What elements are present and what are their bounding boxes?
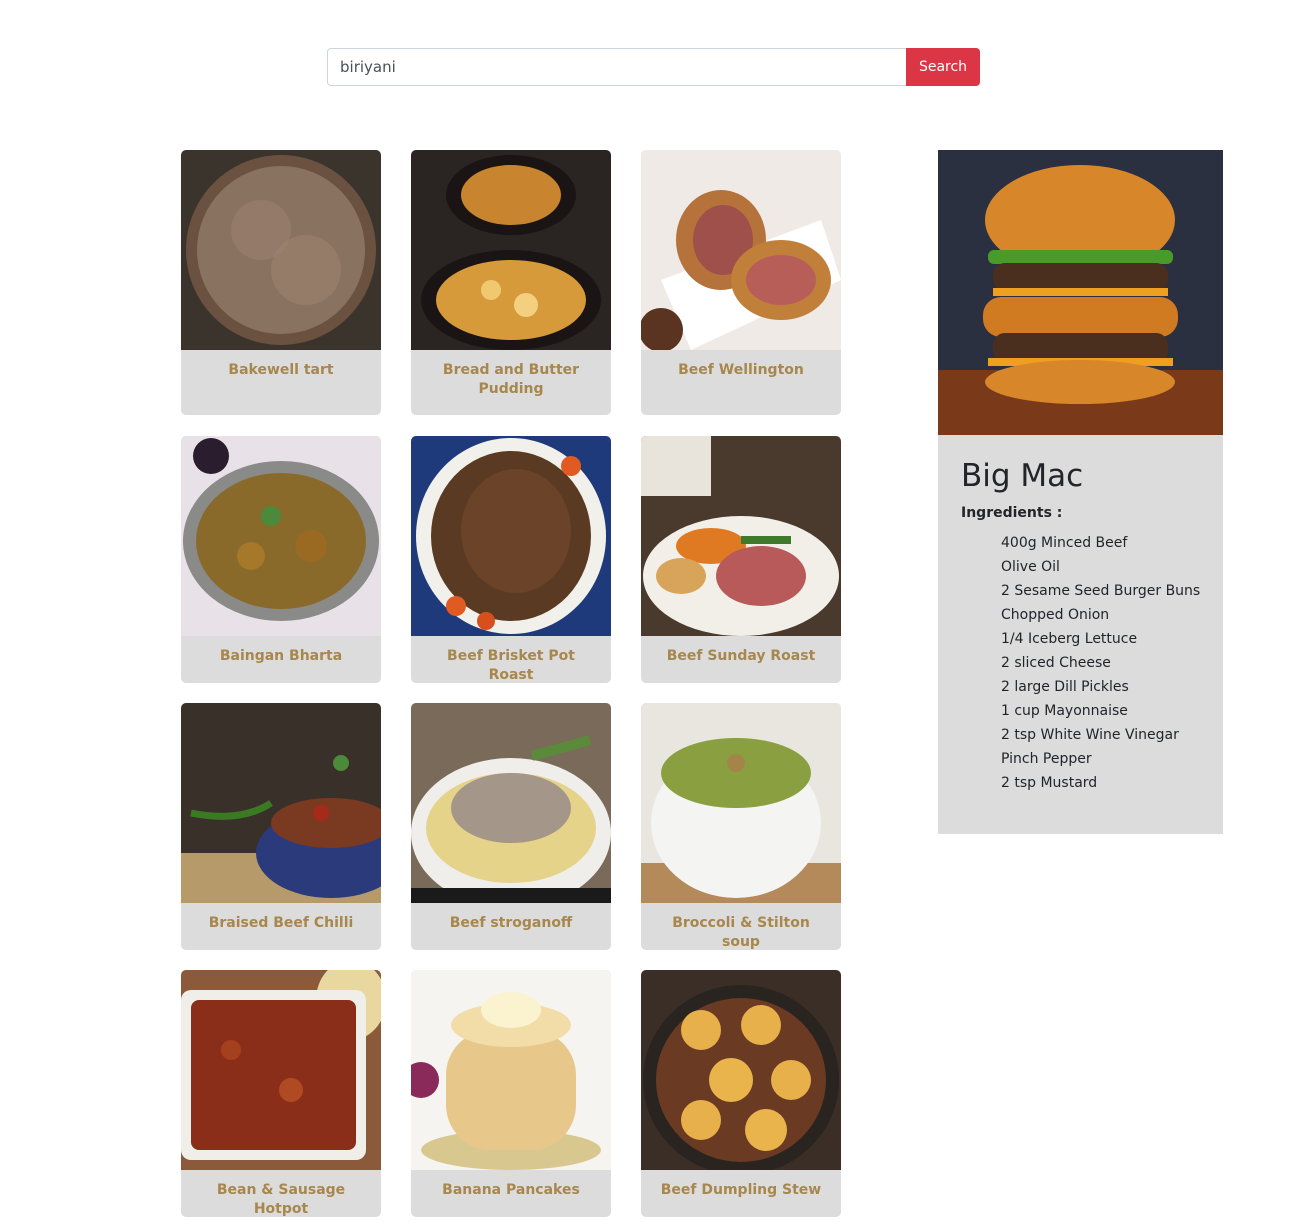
- meal-image: [411, 703, 611, 903]
- meal-image: [411, 150, 611, 350]
- meal-card-beef-sunday-roast[interactable]: Beef Sunday Roast: [641, 436, 841, 683]
- ingredient-item: 1 cup Mayonnaise: [1001, 703, 1128, 719]
- meal-title: Bean & Sausage Hotpot: [216, 1182, 346, 1217]
- meal-card-bakewell-tart[interactable]: Bakewell tart: [181, 150, 381, 415]
- meal-detail-title: Big Mac: [961, 458, 1084, 494]
- meal-card-banana-pancakes[interactable]: Banana Pancakes: [411, 970, 611, 1217]
- ingredient-item: 2 Sesame Seed Burger Buns: [1001, 583, 1201, 599]
- meal-detail-image: [938, 150, 1223, 435]
- meal-card-beef-stroganoff[interactable]: Beef stroganoff: [411, 703, 611, 950]
- meal-detail-panel: Big Mac Ingredients : 400g Minced Beef O…: [938, 150, 1223, 834]
- meal-image: [411, 970, 611, 1170]
- meal-image: [181, 436, 381, 636]
- search-bar: Search: [327, 48, 980, 86]
- meal-title: Bakewell tart: [228, 362, 334, 378]
- meal-card-beef-wellington[interactable]: Beef Wellington: [641, 150, 841, 415]
- meal-image: [641, 703, 841, 903]
- meal-title: Beef stroganoff: [449, 915, 573, 931]
- meal-image: [641, 150, 841, 350]
- meal-card-braised-beef-chilli[interactable]: Braised Beef Chilli: [181, 703, 381, 950]
- meal-image: [181, 150, 381, 350]
- meal-card-baingan-bharta[interactable]: Baingan Bharta: [181, 436, 381, 683]
- meal-title: Banana Pancakes: [442, 1182, 580, 1198]
- meal-image: [411, 436, 611, 636]
- meal-image: [181, 970, 381, 1170]
- meal-title: Broccoli & Stilton soup: [672, 915, 810, 950]
- ingredient-item: 2 tsp White Wine Vinegar: [1001, 727, 1179, 743]
- ingredients-label: Ingredients :: [961, 505, 1063, 521]
- meal-title: Beef Dumpling Stew: [660, 1182, 822, 1198]
- ingredient-item: 2 tsp Mustard: [1001, 775, 1098, 791]
- meal-title: Beef Sunday Roast: [666, 648, 816, 664]
- ingredient-item: 2 sliced Cheese: [1001, 655, 1111, 671]
- search-input[interactable]: [327, 48, 906, 86]
- search-button[interactable]: Search: [906, 48, 980, 86]
- meal-title: Beef Wellington: [678, 362, 804, 378]
- meal-card-beef-dumpling-stew[interactable]: Beef Dumpling Stew: [641, 970, 841, 1217]
- meal-card-beef-brisket-pot-roast[interactable]: Beef Brisket Pot Roast: [411, 436, 611, 683]
- ingredient-item: 1/4 Iceberg Lettuce: [1001, 631, 1138, 647]
- meal-title: Bread and Butter Pudding: [442, 362, 580, 397]
- ingredient-item: Chopped Onion: [1001, 607, 1110, 623]
- meal-image: [181, 703, 381, 903]
- meal-image: [641, 436, 841, 636]
- meal-card-broccoli-stilton-soup[interactable]: Broccoli & Stilton soup: [641, 703, 841, 950]
- ingredient-item: 2 large Dill Pickles: [1001, 679, 1129, 695]
- meal-title: Braised Beef Chilli: [208, 915, 354, 931]
- meal-title: Baingan Bharta: [219, 648, 343, 664]
- meal-title: Beef Brisket Pot Roast: [447, 648, 575, 683]
- ingredient-item: Pinch Pepper: [1001, 751, 1092, 767]
- meal-image: [641, 970, 841, 1170]
- ingredient-item: Olive Oil: [1001, 559, 1060, 575]
- meal-card-bread-and-butter-pudding[interactable]: Bread and Butter Pudding: [411, 150, 611, 415]
- ingredient-item: 400g Minced Beef: [1001, 535, 1128, 551]
- meal-card-bean-sausage-hotpot[interactable]: Bean & Sausage Hotpot: [181, 970, 381, 1217]
- ingredients-list: 400g Minced Beef Olive Oil 2 Sesame Seed…: [1001, 531, 1200, 795]
